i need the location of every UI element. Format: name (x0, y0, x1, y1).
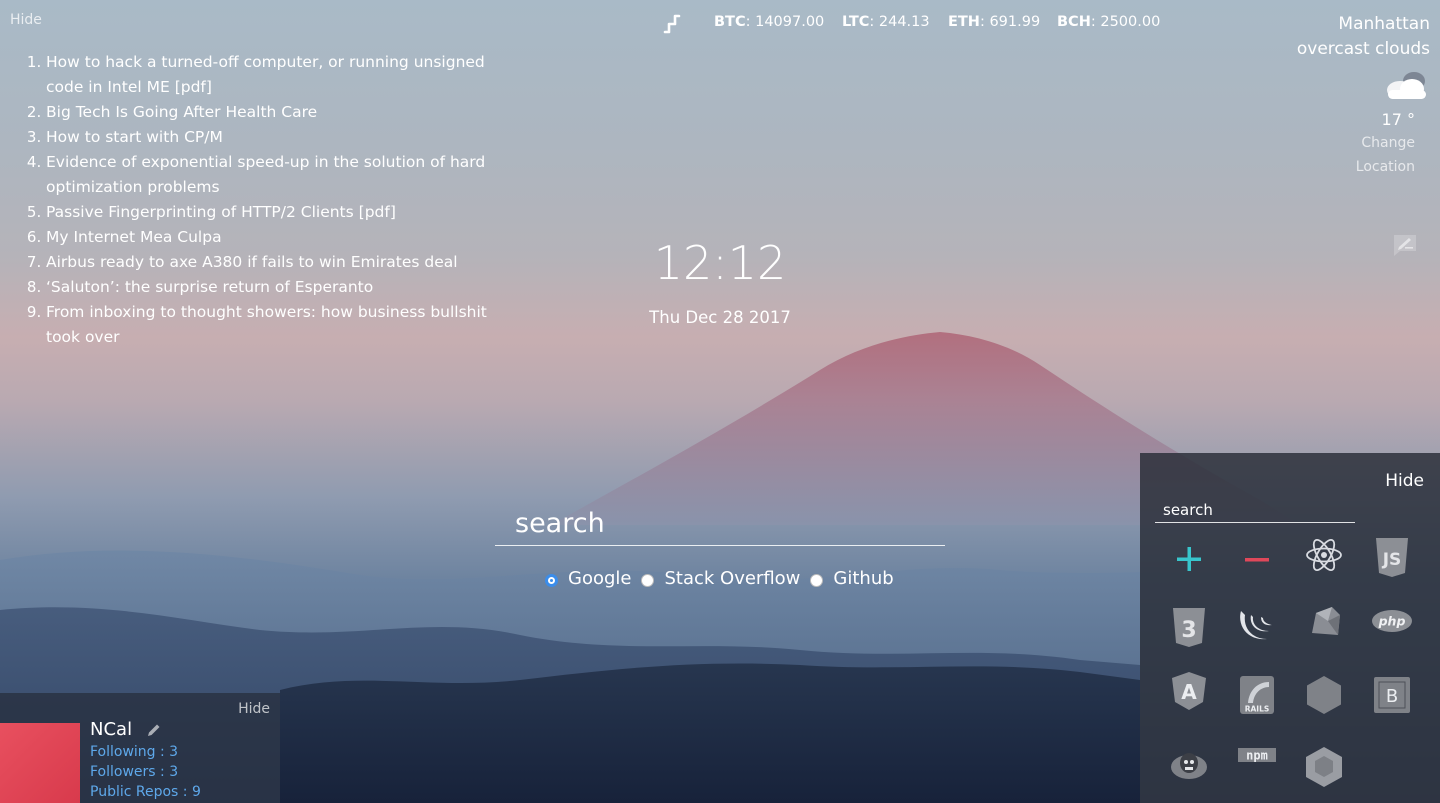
ticker-symbol: LTC (842, 14, 870, 30)
radio-button[interactable] (545, 573, 558, 587)
github-username: NCal (90, 719, 133, 740)
jquery-icon[interactable] (1235, 603, 1279, 647)
nodejs-icon[interactable] (1302, 673, 1346, 717)
ticker-btc: BTC: 14097.00 (714, 14, 825, 30)
feedback-icon[interactable] (1392, 232, 1418, 258)
news-item[interactable]: ‘Saluton’: the surprise return of Espera… (46, 275, 496, 300)
news-list: How to hack a turned-off computer, or ru… (20, 50, 496, 350)
github-hide-button[interactable]: Hide (238, 701, 270, 717)
clock-date: Thu Dec 28 2017 (649, 308, 791, 327)
github-followers: Followers : 3 (90, 764, 179, 780)
angular-glyph: A (1181, 680, 1197, 704)
news-item[interactable]: Airbus ready to axe A380 if fails to win… (46, 250, 496, 275)
react-icon[interactable] (1302, 533, 1346, 577)
ticker-value: 244.13 (878, 14, 930, 30)
ticker-bch: BCH: 2500.00 (1057, 14, 1161, 30)
ticker-value: 691.99 (989, 14, 1041, 30)
rails-icon[interactable]: RAILS (1235, 673, 1279, 717)
npm-icon[interactable]: npm (1235, 733, 1279, 777)
news-item[interactable]: How to start with CP/M (46, 125, 496, 150)
change-location-link[interactable]: Change Location (1345, 131, 1415, 179)
news-item[interactable]: My Internet Mea Culpa (46, 225, 496, 250)
ticker-symbol: BCH (1057, 14, 1091, 30)
search-engine-selector: Google Stack Overflow Github (545, 568, 904, 589)
ticker-eth: ETH: 691.99 (948, 14, 1041, 30)
css3-icon[interactable]: 3 (1167, 605, 1211, 649)
engine-google[interactable]: Google (545, 568, 631, 589)
weather-temperature: 17 ° (1381, 110, 1415, 129)
bookmarks-panel: Hide JS 3 php A RAILS B npm (1140, 453, 1440, 803)
cloud-icon (1387, 72, 1426, 99)
ticker-symbol: ETH (948, 14, 980, 30)
weather-city: Manhattan (1338, 14, 1430, 34)
bookmarks-hide-button[interactable]: Hide (1385, 471, 1424, 491)
chart-line-icon (663, 14, 681, 34)
engine-github[interactable]: Github (810, 568, 894, 589)
add-icon[interactable] (1167, 537, 1211, 581)
javascript-icon[interactable]: JS (1370, 535, 1414, 579)
npm-glyph: npm (1246, 749, 1268, 763)
search-input[interactable] (495, 504, 945, 545)
engine-stack-overflow[interactable]: Stack Overflow (641, 568, 800, 589)
news-item[interactable]: Passive Fingerprinting of HTTP/2 Clients… (46, 200, 496, 225)
bootstrap-glyph: B (1386, 686, 1398, 707)
news-item[interactable]: Big Tech Is Going After Health Care (46, 100, 496, 125)
ticker-ltc: LTC: 244.13 (842, 14, 930, 30)
engine-label: Github (833, 568, 894, 589)
engine-label: Stack Overflow (664, 568, 801, 589)
grunt-icon[interactable] (1167, 743, 1211, 787)
avatar (0, 723, 80, 803)
github-repos: Public Repos : 9 (90, 784, 201, 800)
bootstrap-icon[interactable]: B (1370, 673, 1414, 717)
clock-time: 12:12 (653, 236, 787, 290)
php-icon[interactable]: php (1370, 599, 1414, 643)
php-glyph: php (1378, 614, 1406, 629)
remove-icon[interactable] (1235, 537, 1279, 581)
ticker-value: 14097.00 (755, 14, 825, 30)
news-item[interactable]: How to hack a turned-off computer, or ru… (46, 50, 496, 100)
css3-glyph: 3 (1181, 618, 1196, 643)
radio-button[interactable] (810, 573, 824, 587)
news-hide-button[interactable]: Hide (10, 12, 42, 28)
ruby-icon[interactable] (1302, 601, 1346, 645)
angular-icon[interactable]: A (1167, 669, 1211, 713)
news-item[interactable]: Evidence of exponential speed-up in the … (46, 150, 496, 200)
engine-label: Google (568, 568, 632, 589)
ticker-symbol: BTC (714, 14, 746, 30)
search-box (495, 504, 945, 546)
ticker-value: 2500.00 (1100, 14, 1161, 30)
pencil-icon[interactable] (146, 722, 162, 738)
radio-button[interactable] (641, 573, 655, 587)
weather-widget: Manhattan overcast clouds 17 ° Change Lo… (1170, 12, 1430, 179)
bookmarks-search-input[interactable] (1155, 499, 1355, 523)
package-icon[interactable] (1302, 745, 1346, 789)
github-panel: Hide NCal Following : 3 Followers : 3 Pu… (0, 693, 280, 803)
js-glyph: JS (1382, 550, 1402, 570)
news-item[interactable]: From inboxing to thought showers: how bu… (46, 300, 496, 350)
github-following: Following : 3 (90, 744, 179, 760)
weather-description: overcast clouds (1296, 39, 1430, 59)
rails-glyph: RAILS (1245, 705, 1270, 714)
